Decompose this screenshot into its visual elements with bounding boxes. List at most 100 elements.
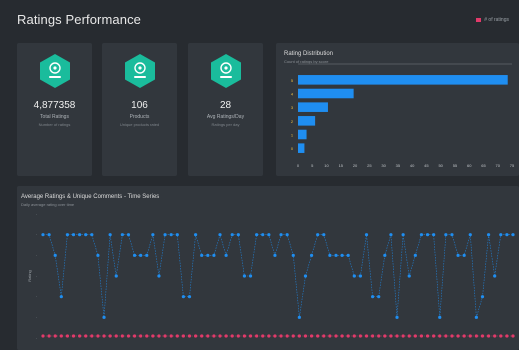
data-point (120, 233, 124, 237)
page-title: Ratings Performance (17, 12, 142, 27)
data-point (248, 334, 253, 338)
data-point (462, 334, 466, 338)
data-point (413, 334, 417, 338)
data-point (96, 334, 100, 338)
data-point (145, 253, 149, 257)
data-point (340, 334, 344, 338)
data-point (41, 233, 45, 237)
data-point (248, 274, 253, 278)
data-point (236, 233, 240, 237)
bar-category-label: 2 (291, 119, 294, 124)
data-point (303, 274, 308, 278)
data-point (474, 315, 478, 319)
data-point (383, 334, 387, 338)
data-point (273, 253, 277, 257)
bar (298, 116, 316, 126)
data-point (346, 334, 350, 338)
x-tick-label: 10 (324, 163, 329, 168)
data-point (71, 334, 76, 338)
data-point (206, 253, 210, 257)
data-point (364, 233, 369, 237)
data-point (334, 334, 338, 338)
data-point (96, 253, 100, 257)
data-point (462, 253, 466, 257)
data-point (108, 233, 112, 237)
data-point (163, 334, 167, 338)
data-point (224, 334, 228, 338)
y-tick-label: · (36, 294, 37, 299)
data-point (41, 334, 45, 338)
data-point (425, 233, 430, 237)
bar-category-label: 0 (291, 146, 294, 151)
data-point (279, 334, 283, 338)
data-point (187, 295, 192, 299)
data-point (444, 334, 448, 338)
x-tick-label: 0 (297, 163, 300, 168)
data-point (90, 233, 94, 237)
data-point (230, 334, 234, 338)
data-point (371, 334, 375, 338)
data-point (261, 334, 265, 338)
data-point (297, 334, 301, 338)
data-point (126, 334, 131, 338)
x-tick-label: 45 (424, 163, 429, 168)
data-point (53, 334, 57, 338)
data-point (328, 253, 332, 257)
data-point (242, 274, 247, 278)
data-point (218, 233, 222, 237)
data-point (126, 233, 131, 237)
data-point (450, 334, 454, 338)
data-point (267, 233, 271, 237)
stat-sub: Number of ratings (38, 122, 71, 127)
rating-distribution-panel: Rating Distribution Count of ratings by … (276, 43, 519, 176)
x-tick-label: 60 (467, 163, 472, 168)
data-point (132, 253, 137, 257)
data-point (47, 233, 51, 237)
data-point (267, 334, 271, 338)
data-point (297, 315, 301, 319)
x-tick-label: 75 (510, 163, 515, 168)
data-point (432, 334, 436, 338)
data-point (444, 233, 448, 237)
data-point (102, 334, 106, 338)
bar-category-label: 3 (291, 105, 294, 110)
data-point (450, 233, 454, 237)
data-point (456, 334, 460, 338)
legend-swatch (476, 18, 482, 22)
dashboard-header: Ratings Performance # of ratings (0, 0, 519, 38)
x-tick-label: 40 (410, 163, 415, 168)
data-point (499, 233, 503, 237)
data-point (200, 253, 204, 257)
series-line (43, 233, 513, 318)
stat-card-products: 106 Products Unique products rated (102, 43, 177, 176)
data-point (511, 334, 515, 338)
data-point (474, 334, 478, 338)
data-point (505, 334, 509, 338)
data-point (212, 253, 216, 257)
x-tick-label: 30 (381, 163, 386, 168)
data-point (187, 334, 192, 338)
data-point (377, 334, 381, 338)
time-series-panel: Average Ratings & Unique Comments - Time… (17, 186, 519, 350)
x-tick-label: 5 (311, 163, 314, 168)
data-point (419, 334, 424, 338)
x-tick-label: 55 (453, 163, 458, 168)
data-point (389, 334, 393, 338)
data-point (499, 334, 503, 338)
data-point (419, 233, 424, 237)
bar-category-label: 1 (291, 133, 294, 138)
data-point (480, 334, 485, 338)
stat-label: Avg Ratings/Day (206, 114, 245, 120)
data-point (114, 274, 118, 278)
data-point (90, 334, 94, 338)
data-point (377, 295, 381, 299)
data-point (468, 334, 472, 338)
data-point (230, 233, 234, 237)
data-point (181, 334, 185, 338)
stat-sub: Unique products rated (119, 122, 160, 127)
stat-card-total-ratings: 4,877358 Total Ratings Number of ratings (17, 43, 92, 176)
data-point (383, 253, 387, 257)
stat-value: 106 (131, 100, 148, 111)
x-tick-label: 15 (339, 163, 344, 168)
data-point (316, 233, 320, 237)
